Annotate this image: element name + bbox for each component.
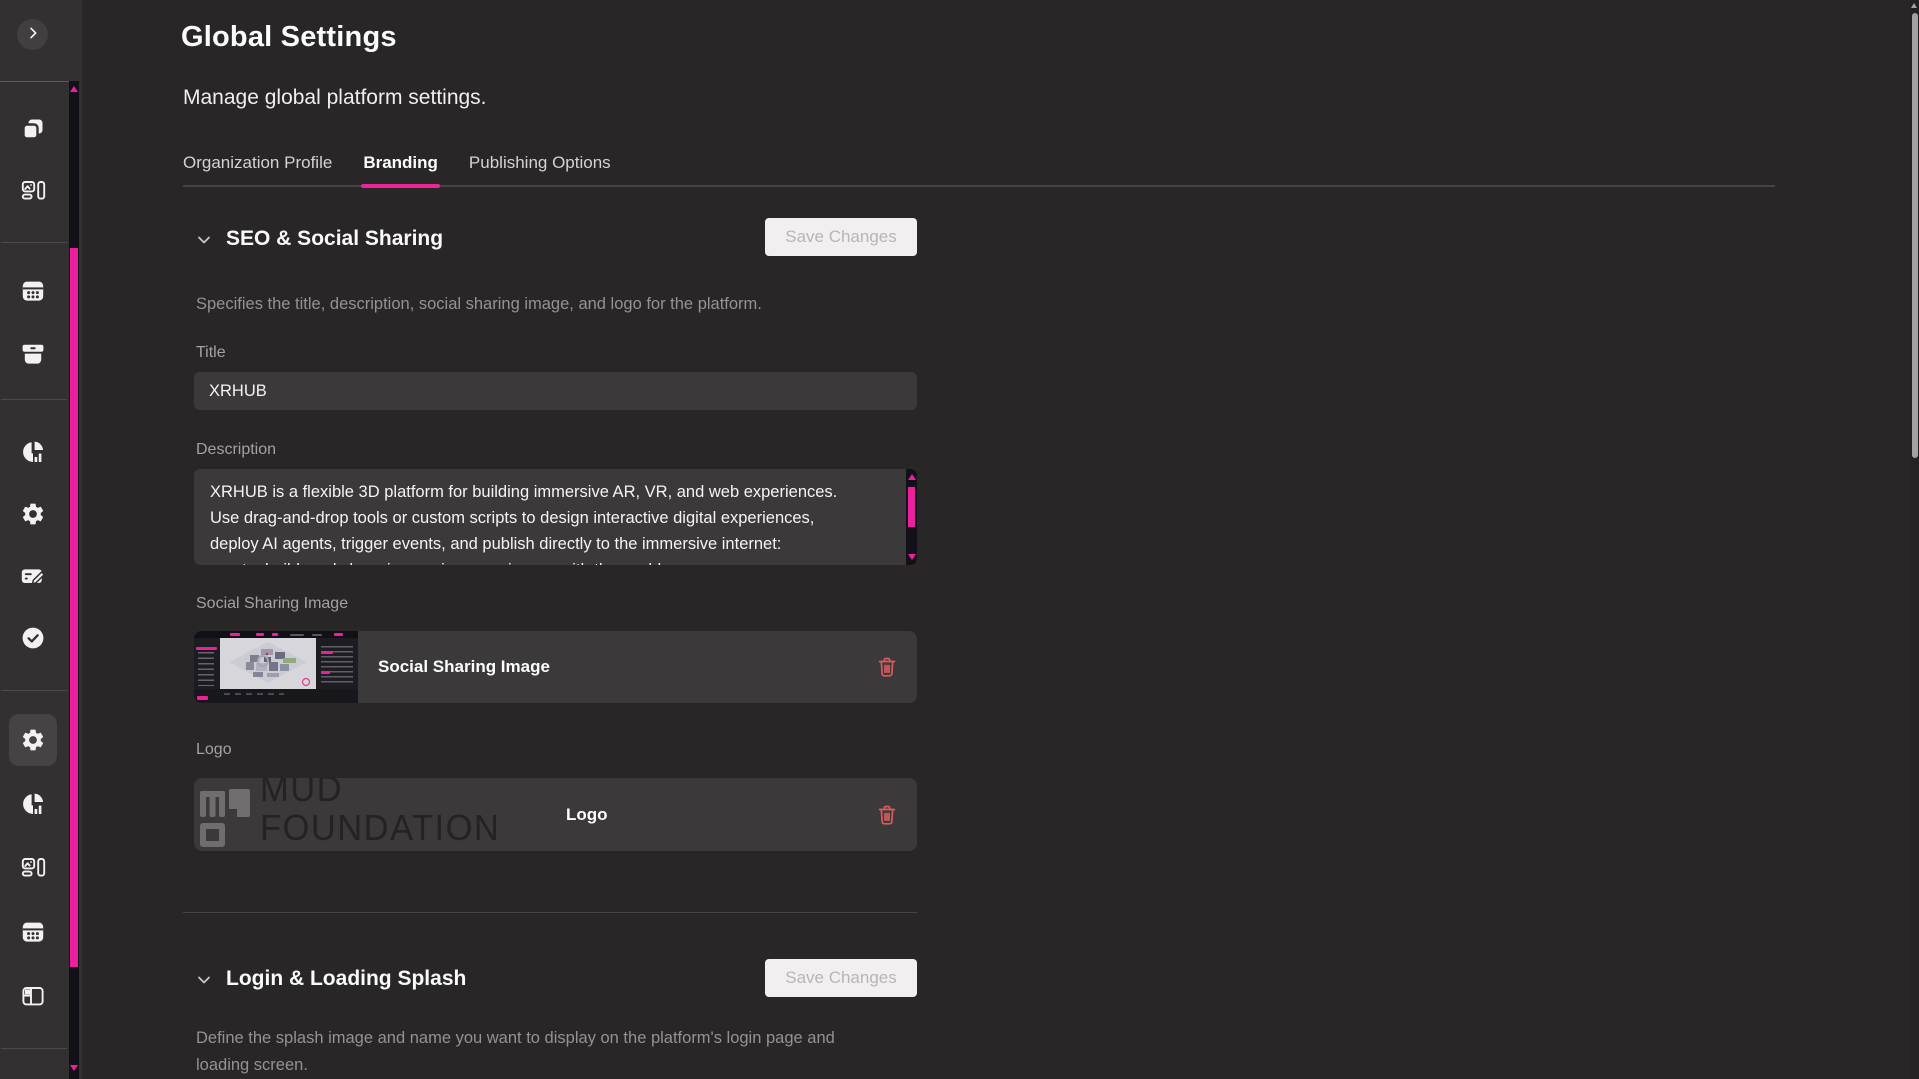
sidebar-item-pie-chart-icon[interactable] [13, 784, 53, 824]
save-changes-button-seo[interactable]: Save Changes [765, 218, 917, 256]
logo-watermark-image: MUD FOUNDATION [194, 778, 566, 851]
sidebar-divider [1, 1048, 67, 1049]
textarea-scrollbar-thumb[interactable] [908, 487, 915, 527]
description-line: Use drag-and-drop tools or custom script… [210, 505, 887, 531]
section-description-seo: Specifies the title, description, social… [196, 291, 762, 318]
page-scrollbar-thumb[interactable] [1912, 13, 1918, 458]
sidebar-item-layout-icon[interactable] [13, 171, 53, 211]
sidebar-expand-button[interactable] [17, 19, 48, 50]
sidebar-scrollbar[interactable] [69, 81, 79, 1079]
trash-icon [873, 655, 901, 679]
description-field-label: Description [196, 441, 276, 459]
sidebar-item-calendar-icon[interactable] [13, 271, 53, 311]
sidebar-divider [1, 690, 67, 691]
textarea-scrollbar[interactable] [906, 469, 917, 565]
logo-item-label: Logo [566, 805, 608, 825]
section-title-seo: SEO & Social Sharing [226, 227, 443, 251]
social-image-item-label: Social Sharing Image [378, 657, 550, 677]
delete-logo-button[interactable] [873, 801, 901, 829]
description-line: XRHUB is a flexible 3D platform for buil… [210, 479, 887, 505]
sidebar-scrollbar-thumb[interactable] [70, 248, 78, 967]
sidebar-item-check-circle-icon[interactable] [13, 618, 53, 658]
logo-watermark-line2: FOUNDATION [260, 808, 500, 847]
sidebar-item-copy-icon[interactable] [13, 109, 53, 149]
tab-publishing-options[interactable]: Publishing Options [469, 140, 611, 185]
chevron-right-icon [25, 25, 41, 44]
scroll-up-arrow-icon[interactable] [70, 86, 78, 92]
save-changes-button-splash[interactable]: Save Changes [765, 959, 917, 997]
tab-branding[interactable]: Branding [363, 140, 438, 185]
sidebar-item-panel-icon[interactable] [13, 976, 53, 1016]
delete-social-image-button[interactable] [873, 653, 901, 681]
tab-organization-profile[interactable]: Organization Profile [183, 140, 332, 185]
sidebar-item-archive-icon[interactable] [13, 334, 53, 374]
chevron-down-icon[interactable] [196, 972, 212, 988]
sidebar-item-calendar-icon[interactable] [13, 912, 53, 952]
scroll-down-arrow-icon[interactable] [70, 1065, 78, 1071]
sidebar-divider [1, 242, 67, 243]
sidebar-divider [0, 81, 69, 82]
logo-row[interactable]: MUD FOUNDATION Logo [194, 778, 917, 851]
trash-icon [873, 803, 901, 827]
logo-watermark-line1: MUD [260, 778, 500, 808]
social-image-row[interactable]: Social Sharing Image [194, 631, 917, 703]
sidebar [0, 0, 82, 1079]
tab-bar: Organization Profile Branding Publishing O… [183, 140, 1775, 187]
logo-field-label: Logo [196, 741, 232, 759]
description-textarea[interactable]: XRHUB is a flexible 3D platform for buil… [194, 469, 917, 565]
sidebar-item-card-edit-icon[interactable] [13, 556, 53, 596]
chevron-down-icon[interactable] [196, 232, 212, 248]
scroll-down-arrow-icon[interactable] [908, 554, 916, 560]
page-scrollbar[interactable] [1910, 0, 1919, 1079]
sidebar-item-gear-icon[interactable] [13, 720, 53, 760]
social-image-field-label: Social Sharing Image [196, 595, 348, 613]
section-divider [183, 912, 917, 913]
social-image-thumbnail [194, 631, 358, 703]
page-title: Global Settings [181, 21, 397, 54]
description-line: deploy AI agents, trigger events, and pu… [210, 531, 887, 557]
sidebar-item-pie-chart-icon[interactable] [13, 432, 53, 472]
scroll-up-arrow-icon[interactable] [1911, 3, 1917, 8]
sidebar-divider [1, 399, 67, 400]
title-input[interactable] [194, 372, 917, 410]
section-description-splash: Define the splash image and name you wan… [196, 1025, 876, 1079]
description-line: create, build, and share immersive exper… [210, 557, 887, 565]
page-subtitle: Manage global platform settings. [183, 86, 487, 110]
sidebar-item-layout-icon[interactable] [13, 848, 53, 888]
section-title-splash: Login & Loading Splash [226, 967, 466, 991]
title-field-label: Title [196, 344, 226, 362]
scroll-up-arrow-icon[interactable] [908, 474, 916, 480]
sidebar-item-gear-icon[interactable] [13, 494, 53, 534]
